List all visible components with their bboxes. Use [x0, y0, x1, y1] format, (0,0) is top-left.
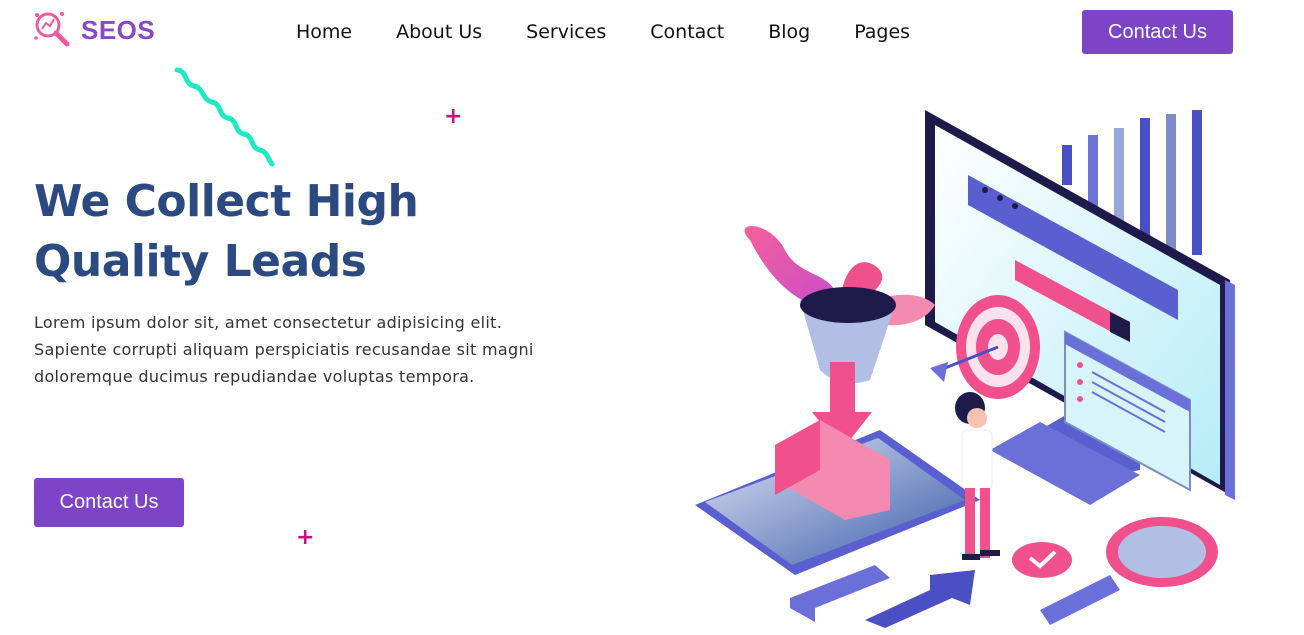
magnifier-graphic — [1012, 517, 1218, 625]
hero-title-line2: Quality Leads — [34, 236, 367, 287]
hero-title: We Collect High Quality Leads — [34, 172, 554, 292]
arrows-graphic — [790, 565, 975, 628]
person-graphic — [955, 392, 1000, 560]
brand-logo[interactable]: SEOS — [33, 10, 155, 50]
nav-pages[interactable]: Pages — [854, 18, 910, 46]
header-contact-button[interactable]: Contact Us — [1082, 10, 1233, 54]
seo-illustration — [695, 110, 1235, 628]
brand-name: SEOS — [81, 14, 156, 45]
nav-about-us[interactable]: About Us — [396, 18, 482, 46]
tablet-graphic — [695, 362, 980, 575]
hero-description: Lorem ipsum dolor sit, amet consectetur … — [34, 313, 534, 386]
nav-home[interactable]: Home — [296, 18, 352, 46]
hero-title-line1: We Collect High — [34, 176, 419, 227]
main-navigation: Home About Us Services Contact Blog Page… — [296, 18, 910, 46]
nav-blog[interactable]: Blog — [768, 18, 810, 46]
magnifier-chart-icon — [34, 12, 70, 47]
nav-contact[interactable]: Contact — [650, 18, 724, 46]
plus-decoration-bottom: + — [296, 525, 315, 550]
nav-services[interactable]: Services — [526, 18, 606, 46]
plant-graphic — [744, 226, 935, 384]
squiggle-decoration — [174, 67, 275, 167]
hero-contact-button[interactable]: Contact Us — [34, 478, 184, 527]
plus-decoration-top: + — [444, 104, 463, 129]
